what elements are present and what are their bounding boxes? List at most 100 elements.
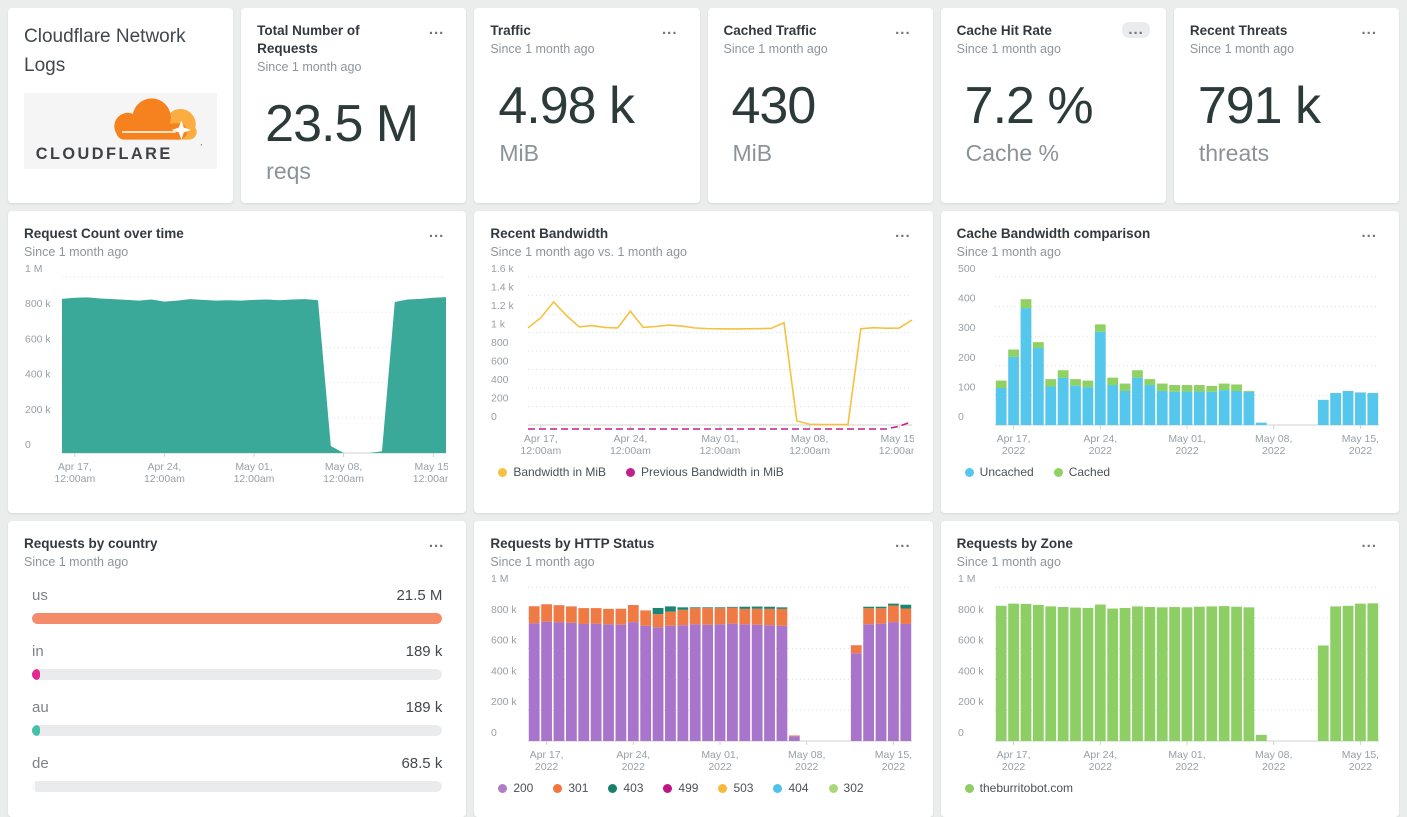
legend-label: 301 (568, 781, 589, 796)
country-value: 189 k (405, 699, 443, 717)
panel-recent-threats: Recent Threats Since 1 month ago ... 791… (1173, 8, 1399, 203)
country-bar-track (32, 613, 443, 625)
cache-bandwidth-bar-chart: 0100200300400500Apr 17,2022Apr 24,2022Ma… (958, 263, 1379, 457)
svg-text:400 k: 400 k (958, 666, 984, 678)
svg-text:May 08,: May 08, (791, 433, 828, 445)
bandwidth-legend: Bandwidth in MiB Previous Bandwidth in Mi… (490, 465, 916, 479)
panel-subtitle: Since 1 month ago (24, 245, 129, 260)
dashboard-title: Cloudflare Network Logs (24, 26, 186, 77)
legend-item[interactable]: Uncached (964, 465, 1034, 479)
panel-subtitle: Since 1 month ago (24, 555, 129, 570)
svg-text:200: 200 (491, 393, 509, 405)
panel-recent-bandwidth: Recent Bandwidth Since 1 month ago vs. 1… (474, 211, 933, 513)
legend-item[interactable]: Previous Bandwidth in MiB (626, 465, 784, 479)
panel-title: Requests by country (24, 536, 158, 551)
svg-text:100: 100 (958, 382, 976, 394)
svg-text:1 M: 1 M (25, 265, 43, 275)
stat-value: 23.5 M (265, 95, 419, 154)
panel-menu-button[interactable]: ... (1122, 22, 1150, 38)
panel-cached-traffic: Cached Traffic Since 1 month ago ... 430… (707, 8, 933, 203)
svg-text:2022: 2022 (1348, 761, 1372, 773)
panel-title: Cache Hit Rate (956, 23, 1052, 38)
panel-menu-button[interactable]: ... (889, 22, 917, 38)
cache-bandwidth-legend: Uncached Cached (957, 465, 1383, 479)
svg-text:1 M: 1 M (958, 573, 976, 585)
svg-text:2022: 2022 (1002, 445, 1026, 457)
legend-item[interactable]: 403 (608, 781, 643, 795)
svg-text:2022: 2022 (622, 761, 646, 773)
svg-text:12:00am: 12:00am (879, 445, 914, 457)
legend-label: theburritobot.com (979, 781, 1074, 796)
country-bar-fill (32, 669, 41, 681)
dashboard: Cloudflare Network Logs CLOUDFLARE ' Tot… (0, 0, 1407, 817)
svg-text:200 k: 200 k (25, 404, 51, 416)
svg-text:2022: 2022 (882, 761, 906, 773)
legend-item[interactable]: 301 (553, 781, 588, 795)
svg-text:12:00am: 12:00am (323, 473, 364, 485)
legend-item[interactable]: Cached (1053, 465, 1111, 480)
legend-dot-icon (608, 783, 618, 793)
legend-item[interactable]: theburritobot.com (964, 781, 1074, 796)
svg-text:12:00am: 12:00am (700, 445, 741, 457)
country-bar-fill (32, 613, 443, 625)
legend-item[interactable]: 302 (828, 781, 864, 796)
legend-label: Cached (1068, 465, 1111, 480)
svg-text:May 15,: May 15, (1341, 433, 1378, 445)
panel-menu-button[interactable]: ... (423, 225, 451, 241)
panel-title: Request Count over time (24, 226, 184, 241)
svg-text:0: 0 (958, 727, 964, 739)
panel-menu-button[interactable]: ... (1355, 225, 1383, 241)
http-status-bar-chart: 0200 k400 k600 k800 k1 MApr 17,2022Apr 2… (491, 573, 912, 773)
stat-unit: threats (1198, 140, 1270, 167)
stat-unit: MiB (732, 140, 773, 167)
panel-menu-button[interactable]: ... (1355, 22, 1383, 38)
legend-item[interactable]: 404 (773, 781, 809, 795)
panel-menu-button[interactable]: ... (1355, 535, 1383, 551)
country-label: in (32, 643, 44, 661)
country-row: au 189 k (32, 699, 443, 737)
panel-traffic: Traffic Since 1 month ago ... 4.98 k MiB (474, 8, 700, 203)
country-bar-track (32, 781, 443, 793)
svg-text:May 01,: May 01, (702, 749, 739, 761)
panel-menu-button[interactable]: ... (423, 535, 451, 551)
svg-text:2022: 2022 (1002, 761, 1026, 773)
legend-dot-icon (498, 783, 508, 793)
svg-text:200 k: 200 k (491, 696, 517, 708)
stat-value: 791 k (1197, 77, 1321, 136)
legend-item[interactable]: 499 (663, 781, 698, 795)
stat-value: 430 (731, 77, 817, 136)
svg-text:400: 400 (958, 293, 976, 305)
svg-text:600: 600 (491, 356, 509, 368)
country-bar-track (32, 725, 443, 737)
panel-menu-button[interactable]: ... (656, 22, 684, 38)
legend-label: 302 (843, 781, 864, 796)
svg-text:May 01,: May 01, (235, 461, 272, 473)
svg-text:Apr 24,: Apr 24, (147, 461, 181, 473)
svg-text:2022: 2022 (1088, 445, 1112, 457)
panel-title: Requests by HTTP Status (490, 536, 655, 551)
svg-text:May 08,: May 08, (1255, 749, 1292, 761)
panel-requests-by-country: Requests by country Since 1 month ago ..… (8, 521, 467, 817)
panel-menu-button[interactable]: ... (889, 225, 917, 241)
panel-menu-button[interactable]: ... (423, 22, 451, 38)
svg-text:12:00am: 12:00am (521, 445, 562, 457)
legend-label: 200 (513, 781, 534, 796)
legend-label: Previous Bandwidth in MiB (641, 465, 784, 480)
country-row: in 189 k (32, 643, 443, 681)
svg-text:400 k: 400 k (491, 666, 517, 678)
svg-text:May 15,: May 15, (881, 433, 914, 445)
stat-unit: Cache % (965, 140, 1059, 167)
panel-menu-button[interactable]: ... (889, 535, 917, 551)
svg-text:Apr 24,: Apr 24, (1083, 749, 1117, 761)
legend-dot-icon (1053, 467, 1063, 477)
panel-subtitle: Since 1 month ago vs. 1 month ago (490, 245, 687, 260)
svg-text:May 01,: May 01, (702, 433, 739, 445)
country-label: au (32, 699, 49, 717)
legend-item[interactable]: Bandwidth in MiB (498, 465, 606, 479)
legend-item[interactable]: 200 (498, 781, 533, 795)
country-row: us 21.5 M (32, 587, 443, 625)
legend-item[interactable]: 503 (718, 781, 753, 795)
legend-dot-icon (663, 783, 673, 793)
svg-text:May 08,: May 08, (325, 461, 362, 473)
stat-unit: reqs (266, 158, 311, 185)
